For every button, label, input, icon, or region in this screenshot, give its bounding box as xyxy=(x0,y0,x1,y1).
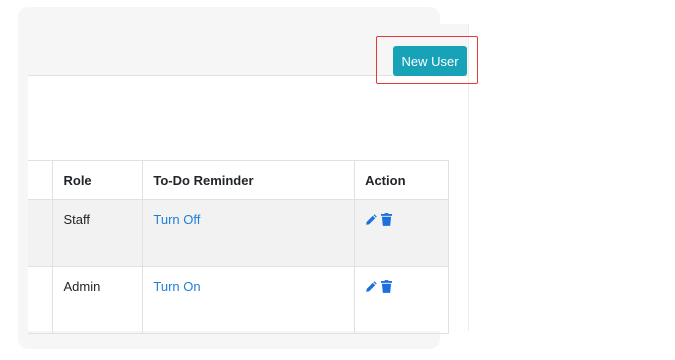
clipped-column-header xyxy=(28,160,54,200)
role-header: Role xyxy=(52,160,144,200)
clipped-cell xyxy=(28,266,54,334)
table-row: Admin Turn On xyxy=(28,266,449,334)
reminder-toggle-link[interactable]: Turn On xyxy=(153,279,200,294)
table-header-row: Role To-Do Reminder Action xyxy=(28,160,449,200)
users-table: Role To-Do Reminder Action Staff Turn Of… xyxy=(28,160,449,334)
action-cell xyxy=(354,266,449,334)
clipped-cell xyxy=(28,199,54,267)
trash-icon[interactable] xyxy=(381,213,393,226)
reminder-header: To-Do Reminder xyxy=(142,160,356,200)
role-cell: Admin xyxy=(52,266,144,334)
action-header: Action xyxy=(354,160,449,200)
pencil-icon[interactable] xyxy=(365,213,378,226)
reminder-toggle-link[interactable]: Turn Off xyxy=(153,212,200,227)
pencil-icon[interactable] xyxy=(365,280,378,293)
trash-icon[interactable] xyxy=(381,280,393,293)
role-cell: Staff xyxy=(52,199,144,267)
action-cell xyxy=(354,199,449,267)
table-row: Staff Turn Off xyxy=(28,199,449,267)
reminder-cell: Turn On xyxy=(142,266,356,334)
new-user-button[interactable]: New User xyxy=(393,46,467,76)
reminder-cell: Turn Off xyxy=(142,199,356,267)
